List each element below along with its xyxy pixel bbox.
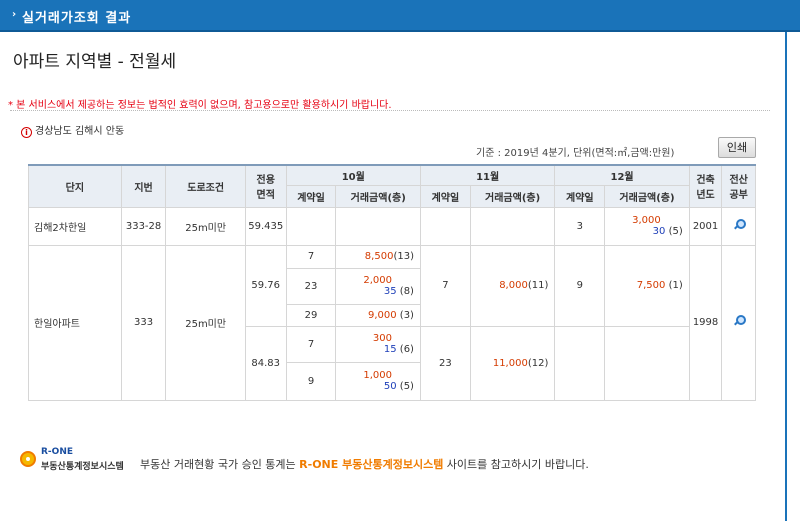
area-value: 59.76 (244, 244, 287, 327)
area-value: 59.435 (244, 206, 287, 246)
contract-day: 7 (285, 244, 337, 269)
records-link[interactable] (721, 206, 756, 246)
contract-day: 7 (285, 325, 337, 363)
col-area: 전용 면적 (244, 164, 287, 208)
col-12-day: 계약일 (554, 184, 606, 208)
col-month-12: 12월 (554, 164, 690, 186)
col-10-day: 계약일 (285, 184, 337, 208)
deal-amount: 8,500(13) (335, 244, 421, 269)
footer-text: 부동산 거래현황 국가 승인 통계는 R-ONE 부동산통계정보시스템 사이트를… (140, 456, 589, 472)
contract-day: 29 (285, 303, 337, 327)
r-one-logo-icon (20, 451, 36, 467)
col-11-amount: 거래금액(층) (469, 184, 556, 208)
header-title: 실거래가조회 결과 (22, 11, 132, 26)
contract-day: 23 (285, 267, 337, 305)
contract-day: 23 (419, 325, 471, 401)
dotted-divider (10, 110, 770, 111)
deposit-amount: 3,000 (632, 215, 661, 226)
complex-name: 한일아파트 (28, 244, 122, 401)
deal-amount: 1,000 50 (5) (335, 361, 421, 401)
logo-kr: 부동산통계정보시스템 (41, 462, 124, 472)
road-condition: 25m미만 (165, 206, 246, 246)
header-arrow-icon: › (12, 9, 17, 20)
r-one-logo[interactable]: R-ONE 부동산통계정보시스템 (20, 447, 132, 473)
built-year: 1998 (688, 244, 723, 401)
contract-day: 3 (554, 206, 606, 246)
deal-amount: 2,000 35 (8) (335, 267, 421, 305)
col-month-10: 10월 (285, 164, 421, 186)
col-complex: 단지 (28, 164, 122, 208)
lot-number: 333 (120, 244, 167, 401)
table-row: 한일아파트 333 25m미만 59.76 7 8,500(13) 7 8,00… (28, 244, 756, 401)
deal-amount: 9,000 (3) (335, 303, 421, 327)
built-year: 2001 (688, 206, 723, 246)
table-row: 김해2차한일 333-28 25m미만 59.435 3 3,000 30 (5… (28, 206, 756, 246)
magnifier-icon[interactable] (733, 218, 746, 231)
area-value: 84.83 (244, 325, 287, 401)
deal-amount: 7,500 (1) (604, 244, 690, 327)
basis-text: 기준 : 2019년 4분기, 단위(면적:㎡,금액:만원) (476, 148, 675, 159)
contract-day: 7 (419, 244, 471, 327)
region-label: i 경상남도 김해시 안동 (21, 122, 124, 138)
print-button[interactable]: 인쇄 (718, 137, 756, 158)
footer-text-before: 부동산 거래현황 국가 승인 통계는 (140, 458, 300, 471)
magnifier-icon[interactable] (733, 315, 746, 327)
records-link[interactable] (721, 244, 756, 401)
col-12-amount: 거래금액(층) (604, 184, 690, 208)
monthly-rent: 30 (652, 226, 666, 237)
deal-amount: 11,000(12) (469, 325, 556, 401)
deal-amount: 300 15 (6) (335, 325, 421, 363)
col-month-11: 11월 (419, 164, 556, 186)
complex-name: 김해2차한일 (28, 206, 122, 246)
region-text: 경상남도 김해시 안동 (35, 126, 125, 137)
logo-en: R-ONE (41, 447, 73, 457)
col-lot: 지번 (120, 164, 167, 208)
page-title: 아파트 지역별 - 전월세 (13, 52, 177, 72)
lot-number: 333-28 (120, 206, 167, 246)
road-condition: 25m미만 (165, 244, 246, 401)
contract-day: 9 (285, 361, 337, 401)
disclaimer-notice: * 본 서비스에서 제공하는 정보는 법적인 효력이 없으며, 참고용으로만 활… (8, 100, 392, 111)
col-11-day: 계약일 (419, 184, 471, 208)
right-border (785, 32, 787, 521)
col-built-year: 건축 년도 (688, 164, 723, 208)
contract-day: 9 (554, 244, 606, 327)
deal-amount: 3,000 30 (5) (604, 206, 690, 246)
floor-number: (5) (668, 226, 683, 237)
col-road: 도로조건 (165, 164, 246, 208)
col-records: 전산 공부 (721, 164, 756, 208)
transaction-table: 단지 지번 도로조건 전용 면적 10월 11월 12월 건축 년도 전산 공부… (28, 164, 756, 401)
deal-amount: 8,000(11) (469, 244, 556, 327)
header-bar: › 실거래가조회 결과 (0, 0, 800, 32)
col-10-amount: 거래금액(층) (335, 184, 421, 208)
r-one-link[interactable]: R-ONE 부동산통계정보시스템 (299, 458, 443, 471)
footer-text-after: 사이트를 참고하시기 바랍니다. (443, 458, 589, 471)
info-icon: i (21, 127, 32, 138)
